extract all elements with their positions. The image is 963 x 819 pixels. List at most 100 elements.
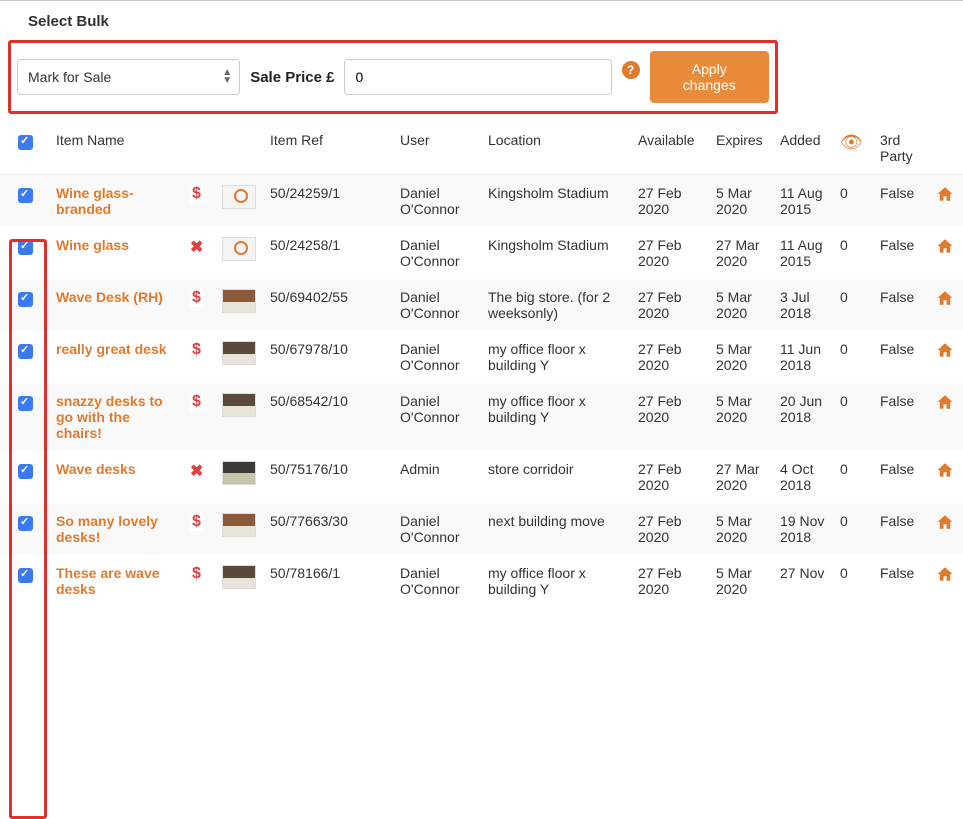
row-checkbox[interactable]	[18, 516, 33, 531]
row-checkbox[interactable]	[18, 396, 33, 411]
item-expires: 5 Mar 2020	[710, 383, 774, 451]
item-location: The big store. (for 2 weeksonly)	[482, 279, 632, 331]
item-expires: 5 Mar 2020	[710, 503, 774, 555]
home-icon[interactable]	[936, 461, 954, 484]
item-third-party: False	[874, 555, 930, 607]
item-thumbnail[interactable]	[222, 289, 256, 313]
item-name-link[interactable]: really great desk	[56, 341, 167, 357]
home-icon[interactable]	[936, 289, 954, 312]
apply-changes-button[interactable]: Apply changes	[650, 51, 770, 103]
item-thumbnail[interactable]	[222, 565, 256, 589]
item-third-party: False	[874, 451, 930, 503]
item-ref: 50/67978/10	[264, 331, 394, 383]
item-user: Daniel O'Connor	[394, 383, 482, 451]
items-table: Item Name Item Ref User Location Availab…	[0, 122, 963, 607]
row-checkbox[interactable]	[18, 188, 33, 203]
item-thumbnail[interactable]	[222, 393, 256, 417]
item-thumbnail[interactable]	[222, 513, 256, 537]
item-available: 27 Feb 2020	[632, 451, 710, 503]
bulk-action-select[interactable]: Mark for Sale	[17, 59, 240, 95]
header-location[interactable]: Location	[482, 122, 632, 175]
header-expires[interactable]: Expires	[710, 122, 774, 175]
home-icon[interactable]	[936, 513, 954, 536]
home-icon[interactable]	[936, 185, 954, 208]
item-added: 20 Jun 2018	[774, 383, 834, 451]
item-ref: 50/24259/1	[264, 175, 394, 228]
dollar-icon: $	[190, 185, 203, 203]
header-item-name[interactable]: Item Name	[50, 122, 184, 175]
table-row: These are wave desks $50/78166/1Daniel O'…	[0, 555, 963, 607]
item-name-link[interactable]: Wine glass	[56, 237, 129, 253]
item-available: 27 Feb 2020	[632, 555, 710, 607]
header-item-ref[interactable]: Item Ref	[264, 122, 394, 175]
row-checkbox[interactable]	[18, 240, 33, 255]
dollar-icon: $	[190, 341, 203, 359]
table-row: So many lovely desks!$50/77663/30Daniel …	[0, 503, 963, 555]
row-checkbox[interactable]	[18, 292, 33, 307]
item-location: store corridoir	[482, 451, 632, 503]
item-third-party: False	[874, 175, 930, 228]
row-checkbox[interactable]	[18, 464, 33, 479]
item-third-party: False	[874, 383, 930, 451]
row-checkbox[interactable]	[18, 344, 33, 359]
item-user: Daniel O'Connor	[394, 227, 482, 279]
dollar-icon: $	[190, 289, 203, 307]
item-added: 11 Aug 2015	[774, 175, 834, 228]
item-views: 0	[834, 383, 874, 451]
bulk-action-panel: Mark for Sale ▲▼ Sale Price £ ? Apply ch…	[8, 40, 778, 114]
item-expires: 27 Mar 2020	[710, 227, 774, 279]
item-name-link[interactable]: So many lovely desks!	[56, 513, 158, 545]
item-user: Admin	[394, 451, 482, 503]
item-available: 27 Feb 2020	[632, 227, 710, 279]
item-expires: 5 Mar 2020	[710, 331, 774, 383]
item-third-party: False	[874, 331, 930, 383]
item-available: 27 Feb 2020	[632, 503, 710, 555]
home-icon[interactable]	[936, 237, 954, 260]
item-name-link[interactable]: These are wave desks	[56, 565, 160, 597]
item-thumbnail[interactable]	[222, 237, 256, 261]
item-expires: 5 Mar 2020	[710, 279, 774, 331]
table-row: Wine glass-branded$50/24259/1Daniel O'Co…	[0, 175, 963, 228]
sale-price-input[interactable]	[344, 59, 611, 95]
item-ref: 50/77663/30	[264, 503, 394, 555]
item-available: 27 Feb 2020	[632, 279, 710, 331]
item-name-link[interactable]: snazzy desks to go with the chairs!	[56, 393, 163, 441]
header-views-eye-icon[interactable]: 👁	[834, 122, 874, 175]
header-added[interactable]: Added	[774, 122, 834, 175]
item-third-party: False	[874, 227, 930, 279]
bulk-select-wrap: Mark for Sale ▲▼	[17, 59, 240, 95]
item-thumbnail[interactable]	[222, 461, 256, 485]
table-row: Wave desks✖50/75176/10Adminstore corrido…	[0, 451, 963, 503]
header-third-party[interactable]: 3rd Party	[874, 122, 930, 175]
row-checkbox[interactable]	[18, 568, 33, 583]
dollar-icon: $	[190, 565, 203, 583]
item-expires: 5 Mar 2020	[710, 555, 774, 607]
home-icon[interactable]	[936, 565, 954, 588]
item-added: 3 Jul 2018	[774, 279, 834, 331]
item-name-link[interactable]: Wave Desk (RH)	[56, 289, 163, 305]
header-user[interactable]: User	[394, 122, 482, 175]
item-views: 0	[834, 451, 874, 503]
item-thumbnail[interactable]	[222, 185, 256, 209]
item-ref: 50/78166/1	[264, 555, 394, 607]
item-name-link[interactable]: Wave desks	[56, 461, 136, 477]
table-row: Wave Desk (RH)$50/69402/55Daniel O'Conno…	[0, 279, 963, 331]
dollar-icon: $	[190, 513, 203, 531]
item-thumbnail[interactable]	[222, 341, 256, 365]
home-icon[interactable]	[936, 341, 954, 364]
item-views: 0	[834, 503, 874, 555]
home-icon[interactable]	[936, 393, 954, 416]
item-location: next building move	[482, 503, 632, 555]
item-added: 19 Nov 2018	[774, 503, 834, 555]
item-name-link[interactable]: Wine glass-branded	[56, 185, 134, 217]
item-user: Daniel O'Connor	[394, 555, 482, 607]
header-available[interactable]: Available	[632, 122, 710, 175]
table-row: really great desk$50/67978/10Daniel O'Co…	[0, 331, 963, 383]
table-row: Wine glass✖50/24258/1Daniel O'ConnorKing…	[0, 227, 963, 279]
item-available: 27 Feb 2020	[632, 331, 710, 383]
item-location: my office floor x building Y	[482, 383, 632, 451]
item-location: Kingsholm Stadium	[482, 175, 632, 228]
help-icon[interactable]: ?	[622, 61, 640, 79]
item-third-party: False	[874, 503, 930, 555]
select-all-checkbox[interactable]	[18, 135, 33, 150]
